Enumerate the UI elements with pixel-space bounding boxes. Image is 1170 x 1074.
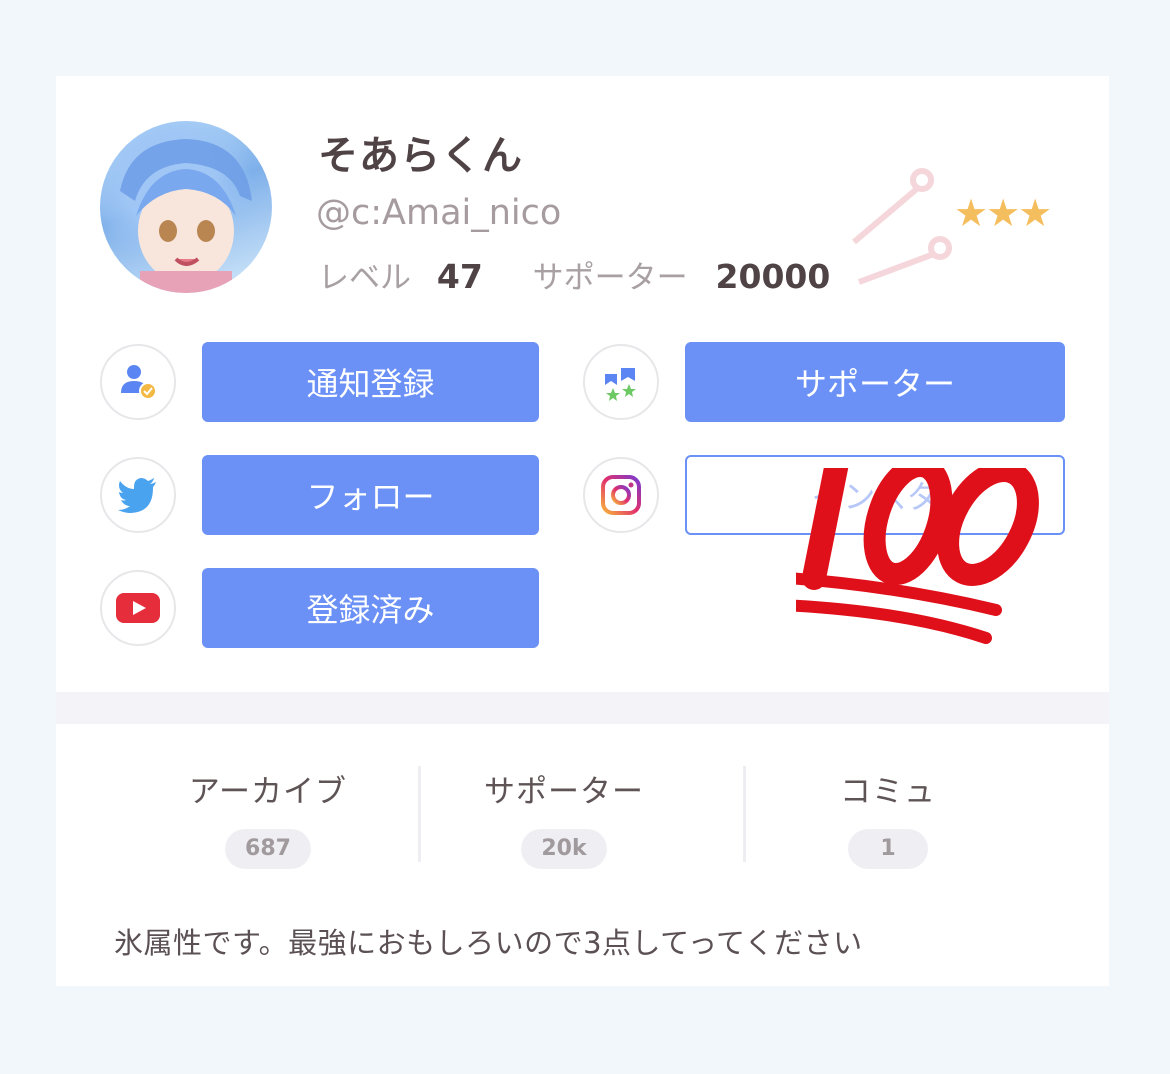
tab-community-count: 1 <box>848 829 928 869</box>
profile-card: そあらくん @c:Amai_nico レベル 47 サポーター 20000 ★★… <box>56 76 1109 986</box>
supporter-stars-icon <box>605 368 636 401</box>
profile-bio: 氷属性です。最強におもしろいので3点してってください <box>114 926 863 960</box>
supporter-icon-circle[interactable] <box>583 344 659 420</box>
tab-archive-count: 687 <box>225 829 311 869</box>
notify-icon-circle[interactable] <box>100 344 176 420</box>
level-value: 47 <box>436 257 483 296</box>
tab-supporters-count: 20k <box>521 829 607 869</box>
profile-stats: レベル 47 サポーター 20000 <box>318 252 830 297</box>
subscribed-button[interactable]: 登録済み <box>202 568 539 648</box>
tab-community[interactable]: コミュ 1 <box>768 766 1008 869</box>
tab-supporters[interactable]: サポーター 20k <box>444 766 684 869</box>
user-check-icon <box>121 365 157 400</box>
supporter-button[interactable]: サポーター <box>685 342 1065 422</box>
notify-button[interactable]: 通知登録 <box>202 342 539 422</box>
tab-archive[interactable]: アーカイブ 687 <box>148 766 388 869</box>
tab-supporters-label: サポーター <box>484 774 644 810</box>
youtube-icon-circle[interactable] <box>100 570 176 646</box>
instagram-icon <box>601 475 641 515</box>
supporter-value: 20000 <box>715 257 831 296</box>
profile-name: そあらくん <box>318 133 523 179</box>
tab-archive-label: アーカイブ <box>188 774 348 810</box>
twitter-bird-icon <box>118 478 156 513</box>
tab-divider <box>418 766 421 862</box>
profile-handle: @c:Amai_nico <box>316 193 562 233</box>
instagram-icon-circle[interactable] <box>583 457 659 533</box>
avatar[interactable] <box>100 121 272 293</box>
follow-button[interactable]: フォロー <box>202 455 539 535</box>
rating-stars: ★★★ <box>954 191 1052 235</box>
section-separator <box>56 692 1109 724</box>
tab-community-label: コミュ <box>840 774 936 810</box>
youtube-play-icon <box>116 593 160 623</box>
hundred-points-sticker-icon <box>796 468 1039 644</box>
tab-divider <box>743 766 746 862</box>
twitter-icon-circle[interactable] <box>100 457 176 533</box>
decoration-icon <box>852 168 952 285</box>
supporter-label: サポーター <box>532 260 688 296</box>
level-label: レベル <box>318 260 411 296</box>
